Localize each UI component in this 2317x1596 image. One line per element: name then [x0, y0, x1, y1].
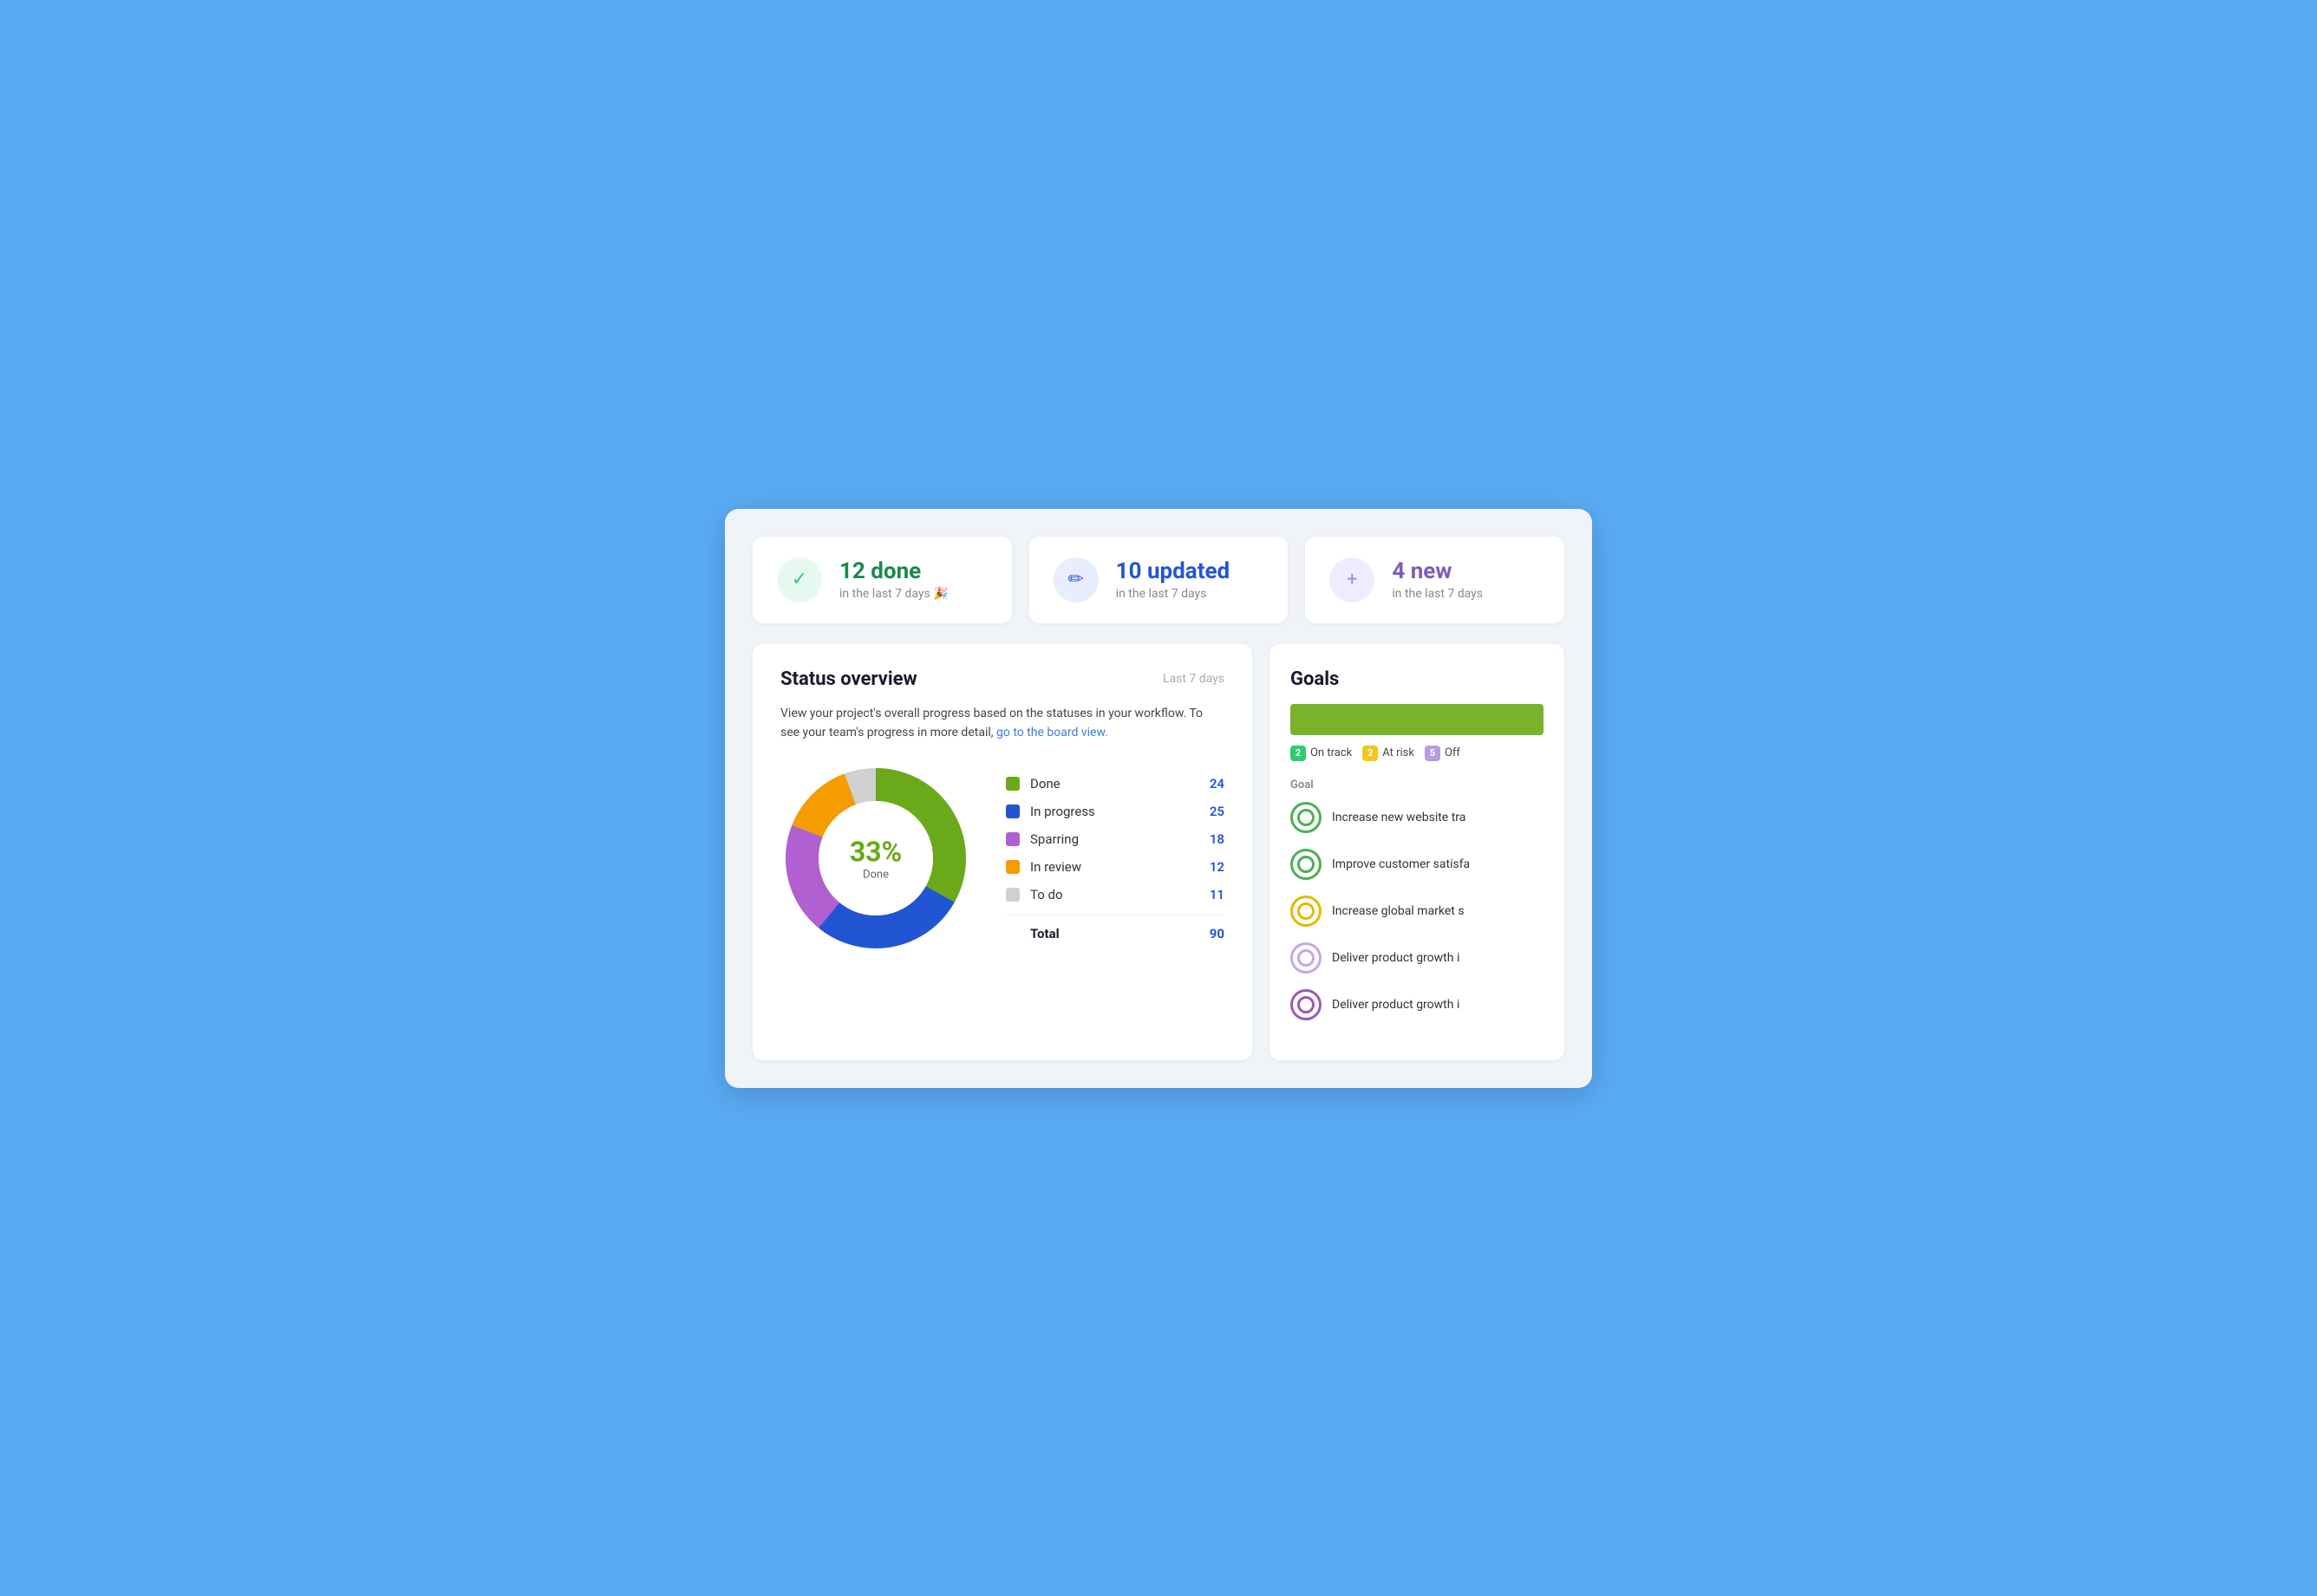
updated-sub: in the last 7 days [1116, 587, 1230, 601]
goal-item-4[interactable]: Deliver product growth i [1290, 942, 1544, 974]
badge-label-off: Off [1445, 746, 1460, 759]
goal-item-1[interactable]: Increase new website tra [1290, 802, 1544, 833]
done-text: 12 done in the last 7 days 🎉 [839, 558, 949, 601]
legend-total-label: Total [1030, 926, 1210, 941]
goal-name-3: Increase global market s [1332, 904, 1465, 918]
desc-text: View your project's overall progress bas… [780, 707, 1203, 739]
goal-icon-2 [1290, 849, 1322, 880]
app-window: ✓ 12 done in the last 7 days 🎉 ✏ 10 upda… [725, 509, 1592, 1088]
legend-name-done: Done [1030, 776, 1210, 791]
goal-item-2[interactable]: Improve customer satisfa [1290, 849, 1544, 880]
status-badge-ontrack: 2 On track [1290, 746, 1352, 761]
donut-pct: 33% [850, 836, 902, 869]
goal-name-1: Increase new website tra [1332, 811, 1465, 824]
legend-name-inprogress: In progress [1030, 804, 1210, 819]
status-panel: Status overview Last 7 days View your pr… [753, 644, 1252, 1060]
goal-icon-4 [1290, 942, 1322, 974]
main-row: Status overview Last 7 days View your pr… [753, 644, 1564, 1060]
legend-dot-todo [1006, 888, 1020, 902]
legend-item-todo: To do 11 [1006, 887, 1224, 902]
donut-center: 33% Done [850, 836, 902, 882]
legend-dot-sparring [1006, 832, 1020, 846]
status-panel-desc: View your project's overall progress bas… [780, 704, 1224, 743]
done-icon: ✓ [777, 557, 822, 603]
legend-item-inreview: In review 12 [1006, 859, 1224, 875]
goal-name-5: Deliver product growth i [1332, 998, 1459, 1012]
stat-card-updated: ✏ 10 updated in the last 7 days [1029, 537, 1289, 623]
legend-val-todo: 11 [1210, 887, 1224, 902]
done-number: 12 done [839, 558, 949, 585]
legend-val-inreview: 12 [1210, 859, 1224, 875]
legend-name-sparring: Sparring [1030, 831, 1210, 847]
goal-item-5[interactable]: Deliver product growth i [1290, 989, 1544, 1020]
chart-legend-row: 33% Done Done 24 In progress 25 [780, 763, 1224, 954]
badge-dot-atrisk: 2 [1362, 746, 1378, 761]
badge-label-atrisk: At risk [1382, 746, 1414, 759]
donut-chart: 33% Done [780, 763, 971, 954]
legend-item-done: Done 24 [1006, 776, 1224, 791]
new-sub: in the last 7 days [1392, 587, 1483, 601]
status-badge-atrisk: 2 At risk [1362, 746, 1414, 761]
legend-dot-total [1006, 927, 1020, 941]
goal-icon-1 [1290, 802, 1322, 833]
legend-item-sparring: Sparring 18 [1006, 831, 1224, 847]
legend-item-inprogress: In progress 25 [1006, 804, 1224, 819]
done-sub: in the last 7 days 🎉 [839, 587, 949, 601]
goal-icon-5 [1290, 989, 1322, 1020]
goals-title: Goals [1290, 668, 1544, 690]
badge-label-ontrack: On track [1310, 746, 1352, 759]
legend-total-val: 90 [1210, 926, 1224, 941]
goals-col-header: Goal [1290, 778, 1544, 791]
board-view-link[interactable]: go to the board view. [996, 726, 1108, 739]
stat-card-new: + 4 new in the last 7 days [1305, 537, 1564, 623]
updated-icon: ✏ [1054, 557, 1099, 603]
goals-status-row: 2 On track 2 At risk 5 Off [1290, 746, 1544, 761]
goal-name-2: Improve customer satisfa [1332, 857, 1470, 871]
legend-name-todo: To do [1030, 887, 1210, 902]
legend-name-inreview: In review [1030, 859, 1210, 875]
updated-text: 10 updated in the last 7 days [1116, 558, 1230, 601]
updated-number: 10 updated [1116, 558, 1230, 585]
legend-val-done: 24 [1210, 776, 1224, 791]
new-text: 4 new in the last 7 days [1392, 558, 1483, 601]
legend: Done 24 In progress 25 Sparring 18 [1006, 776, 1224, 941]
stat-cards-row: ✓ 12 done in the last 7 days 🎉 ✏ 10 upda… [753, 537, 1564, 623]
legend-dot-inprogress [1006, 805, 1020, 818]
status-panel-header: Status overview Last 7 days [780, 668, 1224, 690]
new-number: 4 new [1392, 558, 1483, 585]
new-icon: + [1329, 557, 1374, 603]
legend-val-sparring: 18 [1210, 831, 1224, 847]
status-badge-off: 5 Off [1425, 746, 1460, 761]
goal-name-4: Deliver product growth i [1332, 951, 1459, 965]
badge-dot-off: 5 [1425, 746, 1440, 761]
badge-dot-ontrack: 2 [1290, 746, 1306, 761]
donut-label: Done [850, 869, 902, 882]
goals-panel: Goals 2 On track 2 At risk 5 Off Goal [1269, 644, 1564, 1060]
goal-item-3[interactable]: Increase global market s [1290, 896, 1544, 927]
legend-dot-done [1006, 777, 1020, 791]
goal-icon-3 [1290, 896, 1322, 927]
goals-progress-bar [1290, 704, 1544, 735]
legend-total: Total 90 [1006, 915, 1224, 941]
status-panel-period: Last 7 days [1163, 672, 1224, 686]
stat-card-done: ✓ 12 done in the last 7 days 🎉 [753, 537, 1012, 623]
legend-dot-inreview [1006, 860, 1020, 874]
status-panel-title: Status overview [780, 668, 917, 690]
legend-val-inprogress: 25 [1210, 804, 1224, 819]
